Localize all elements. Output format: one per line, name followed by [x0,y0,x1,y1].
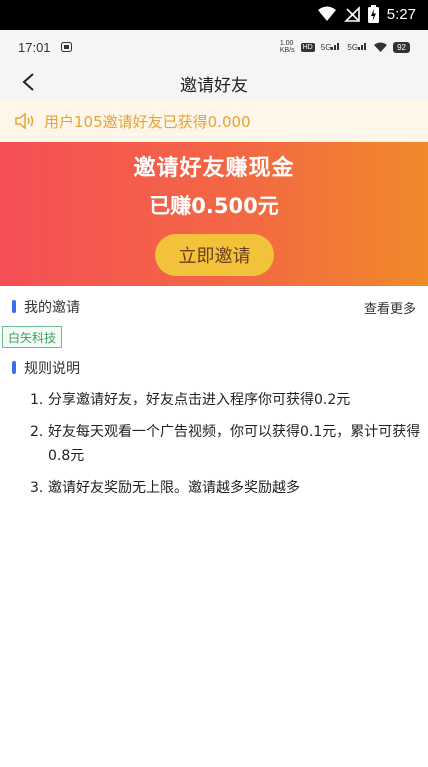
page-title: 邀请好友 [180,76,248,96]
my-invites-label: 我的邀请 [24,300,80,316]
invite-banner: 邀请好友赚现金 已赚0.500元 立即邀请 [0,142,428,286]
system-time: 5:27 [386,5,416,23]
status-icons: 1.00 KB/s HD 5G 5G 92 [280,40,410,54]
signal-2: 5G [347,42,368,52]
notice-text: 用户105邀请好友已获得0.000 [44,112,251,131]
invitee-tag: 白矢科技 [2,326,63,348]
wifi-icon [374,42,388,52]
status-bar: 17:01 1.00 KB/s HD 5G 5G 92 [0,30,428,64]
rule-text: 分享邀请好友，好友点击进入程序你可获得0.2元 [48,392,351,408]
speaker-icon [15,112,34,130]
my-invites-header: 我的邀请 查看更多 [0,293,428,319]
system-bar: 5:27 [0,0,428,30]
invite-now-button[interactable]: 立即邀请 [155,234,274,276]
rule-text: 邀请好友奖励无上限。邀请越多奖励越多 [48,480,300,496]
system-icons: 5:27 [317,5,416,23]
no-signal-icon [343,6,360,22]
nav-header: 邀请好友 [0,64,428,100]
earned-amount: 已赚0.500元 [149,194,279,218]
section-marker [12,361,16,374]
battery-level: 92 [393,41,410,53]
section-marker [12,300,16,313]
rule-number: 3. [30,480,44,496]
net-speed: 1.00 KB/s [279,40,295,54]
wifi-icon [317,6,336,21]
rules-label: 规则说明 [24,361,80,377]
rules-header: 规则说明 [0,354,428,380]
signal-bars-icon [331,43,340,50]
rule-number: 1. [30,392,44,408]
banner-title: 邀请好友赚现金 [133,156,295,181]
rule-item: 3. 邀请好友奖励无上限。邀请越多奖励越多 [30,476,422,500]
signal-bars-icon [358,43,367,50]
rule-number: 2. [30,424,44,440]
rule-item: 1. 分享邀请好友，好友点击进入程序你可获得0.2元 [30,388,422,412]
battery-charging-icon [367,5,379,23]
view-more-link[interactable]: 查看更多 [364,298,416,317]
status-time: 17:01 [18,40,51,55]
notification-icon [61,42,72,52]
signal-1: 5G [321,42,342,52]
rule-item: 2. 好友每天观看一个广告视频，你可以获得0.1元，累计可获得0.8元 [30,420,422,468]
rules-list: 1. 分享邀请好友，好友点击进入程序你可获得0.2元 2. 好友每天观看一个广告… [30,388,422,508]
hd-badge: HD [300,42,315,52]
notice-bar: 用户105邀请好友已获得0.000 [0,100,428,142]
rule-text: 好友每天观看一个广告视频，你可以获得0.1元，累计可获得0.8元 [48,424,421,464]
